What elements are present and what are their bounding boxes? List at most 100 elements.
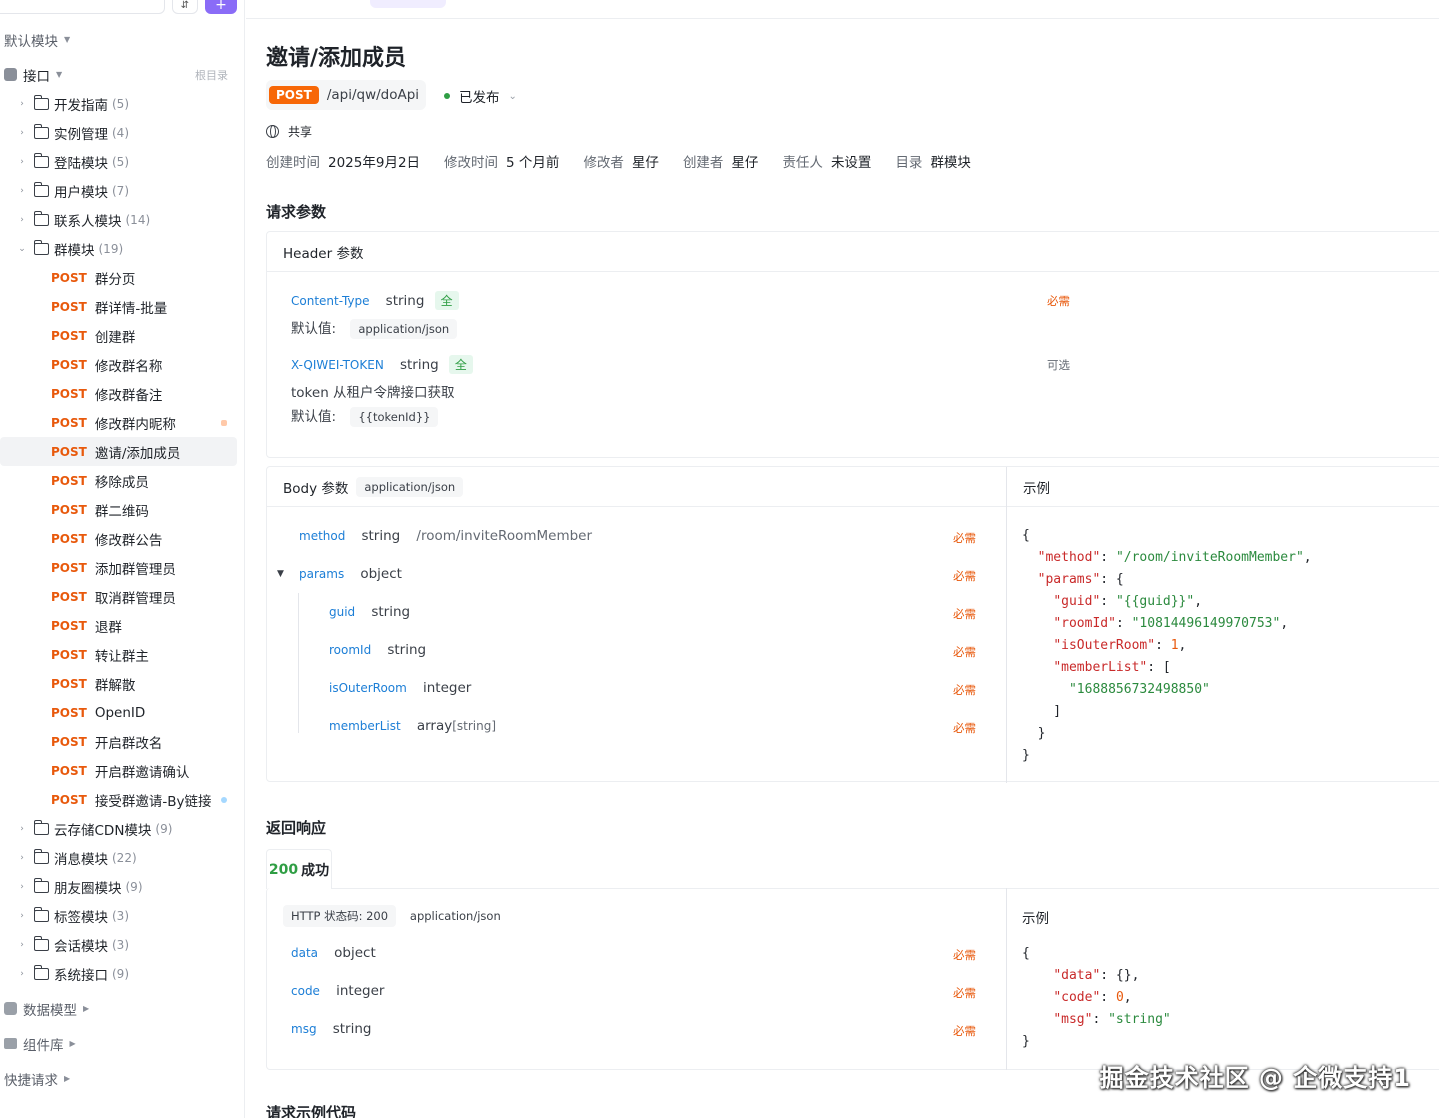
folder-count: (5) xyxy=(112,154,129,169)
data-model-item[interactable]: 数据模型 ▶ xyxy=(4,994,244,1023)
param-name: msg xyxy=(291,1022,317,1036)
endpoint-item[interactable]: POST 修改群备注 xyxy=(0,379,244,408)
method-label: POST xyxy=(51,299,87,314)
folder-name: 标签模块 xyxy=(54,909,108,926)
header-param-row: X-QIWEI-TOKEN string 全 xyxy=(291,355,473,374)
folder-name: 用户模块 xyxy=(54,184,108,201)
ex-roomid: 10814496149970753 xyxy=(1139,616,1273,631)
folder-name: 群模块 xyxy=(54,242,95,259)
required-label: 必需 xyxy=(1047,294,1070,308)
api-root-label: 接口 xyxy=(23,68,50,85)
endpoint-item[interactable]: POST 转让群主 xyxy=(0,640,244,669)
method-label: POST xyxy=(51,705,87,720)
endpoint-item[interactable]: POST 邀请/添加成员 xyxy=(0,437,237,466)
endpoint-name: 群分页 xyxy=(94,271,136,288)
endpoint-item[interactable]: POST 群详情-批量 xyxy=(0,292,244,321)
filter-icon[interactable]: ⇵ xyxy=(172,0,198,14)
folder-item[interactable]: › 朋友圈模块 (9) xyxy=(16,872,244,901)
component-lib-label: 组件库 xyxy=(23,1037,64,1054)
folder-item[interactable]: › 开发指南 (5) xyxy=(16,89,244,118)
required-label: 必需 xyxy=(953,986,976,1000)
method-label: POST xyxy=(51,618,87,633)
layers-icon xyxy=(4,1038,17,1049)
endpoint-item[interactable]: POST 移除成员 xyxy=(0,466,244,495)
folder-item[interactable]: › 系统接口 (9) xyxy=(16,959,244,988)
folder-item[interactable]: › 联系人模块 (14) xyxy=(16,205,244,234)
folder-item[interactable]: › 登陆模块 (5) xyxy=(16,147,244,176)
endpoint-name: 群解散 xyxy=(94,677,136,694)
chevron-right-icon: › xyxy=(20,214,24,225)
collapse-triangle-icon[interactable]: ▼ xyxy=(277,569,284,579)
method-label: POST xyxy=(51,589,87,604)
method-label: POST xyxy=(51,357,87,372)
param-type: string xyxy=(387,642,427,658)
caret-right-icon: ▶ xyxy=(83,1004,90,1013)
endpoint-item[interactable]: POST 开启群改名 xyxy=(0,727,244,756)
default-value: {{tokenId}} xyxy=(350,407,439,427)
endpoint-item[interactable]: POST 取消群管理员 xyxy=(0,582,244,611)
response-tab-200[interactable]: 200 成功 xyxy=(266,849,332,889)
folder-item[interactable]: › 用户模块 (7) xyxy=(16,176,244,205)
unsaved-dot-icon xyxy=(221,420,227,426)
required-label: 必需 xyxy=(953,721,976,735)
folder-item[interactable]: › 云存储CDN模块 (9) xyxy=(16,814,244,843)
endpoint-item[interactable]: POST 群二维码 xyxy=(0,495,244,524)
ex-method: /room/inviteRoomMember xyxy=(1123,550,1296,565)
component-lib-item[interactable]: 组件库 ▶ xyxy=(4,1029,244,1058)
search-input[interactable] xyxy=(0,0,165,14)
chevron-right-icon: › xyxy=(20,98,24,109)
default-module-label: 默认模块 xyxy=(4,33,58,50)
endpoint-name: OpenID xyxy=(94,704,146,721)
endpoint-item[interactable]: POST 群解散 xyxy=(0,669,244,698)
endpoint-item[interactable]: POST 创建群 xyxy=(0,321,244,350)
endpoint-item[interactable]: POST 修改群内昵称 xyxy=(0,408,244,437)
body-param-row: guid string xyxy=(329,604,410,620)
add-button[interactable]: + xyxy=(205,0,237,14)
endpoint-name: 接受群邀请-By链接 xyxy=(94,793,212,810)
endpoint-name: 修改群名称 xyxy=(94,358,163,375)
folder-item[interactable]: › 会话模块 (3) xyxy=(16,930,244,959)
api-root-item[interactable]: 接口 ▼ 根目录 xyxy=(4,60,244,89)
folder-item[interactable]: › 消息模块 (22) xyxy=(16,843,244,872)
method-label: POST xyxy=(51,647,87,662)
active-tab[interactable] xyxy=(370,0,446,8)
param-name: data xyxy=(291,946,319,960)
endpoint-item[interactable]: POST 修改群公告 xyxy=(0,524,244,553)
endpoint-item[interactable]: POST OpenID xyxy=(0,698,244,727)
required-label: 必需 xyxy=(953,948,976,962)
endpoint-item[interactable]: POST 开启群邀请确认 xyxy=(0,756,244,785)
endpoint-item[interactable]: POST 添加群管理员 xyxy=(0,553,244,582)
request-example-code[interactable]: { "method": "/room/inviteRoomMember", "p… xyxy=(1022,525,1312,767)
status-selector[interactable]: 已发布 ⌄ xyxy=(444,86,517,106)
status-label: 已发布 xyxy=(459,90,500,106)
folder-item[interactable]: ⌄ 群模块 (19) xyxy=(16,234,244,263)
scope-badge: 全 xyxy=(434,291,459,310)
param-name: params xyxy=(299,567,345,581)
folder-count: (14) xyxy=(125,212,151,227)
default-row: 默认值: application/json xyxy=(291,317,458,339)
folder-name: 开发指南 xyxy=(54,97,108,114)
endpoint-item[interactable]: POST 修改群名称 xyxy=(0,350,244,379)
param-name: isOuterRoom xyxy=(329,681,407,695)
response-title: 返回响应 xyxy=(266,819,327,837)
globe-icon xyxy=(266,125,279,138)
folder-count: (7) xyxy=(112,183,129,198)
share-label: 共享 xyxy=(288,125,313,139)
response-example-code[interactable]: { "data": {}, "code": 0, "msg": "string"… xyxy=(1022,943,1171,1053)
endpoint-item[interactable]: POST 接受群邀请-By链接 xyxy=(0,785,244,814)
share-indicator[interactable]: 共享 xyxy=(266,123,312,140)
endpoint-item[interactable]: POST 群分页 xyxy=(0,263,244,292)
param-name: method xyxy=(299,529,346,543)
body-params-head: Body 参数 application/json xyxy=(267,467,1007,507)
folder-name: 联系人模块 xyxy=(54,213,122,230)
chevron-down-icon: ⌄ xyxy=(18,243,26,254)
folder-item[interactable]: › 标签模块 (3) xyxy=(16,901,244,930)
endpoint-item[interactable]: POST 退群 xyxy=(0,611,244,640)
folder-item[interactable]: › 实例管理 (4) xyxy=(16,118,244,147)
caret-right-icon: ▶ xyxy=(64,1074,71,1083)
endpoint-pill[interactable]: POST /api/qw/doApi xyxy=(266,80,426,110)
folder-name: 朋友圈模块 xyxy=(54,880,122,897)
chevron-right-icon: › xyxy=(20,968,24,979)
quick-request-item[interactable]: 快捷请求 ▶ xyxy=(4,1064,244,1093)
default-module-item[interactable]: 默认模块 ▼ xyxy=(4,25,244,54)
